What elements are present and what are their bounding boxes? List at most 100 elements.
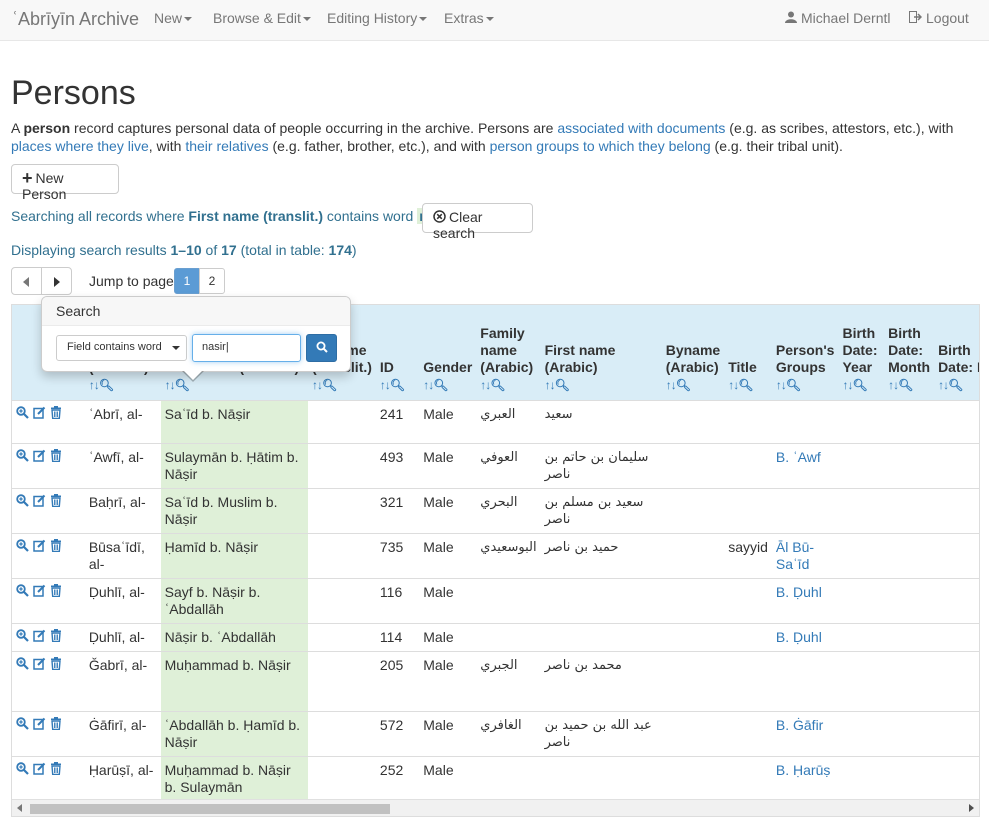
search-info-text: contains word: [323, 208, 418, 224]
view-icon[interactable]: [16, 405, 29, 423]
delete-icon[interactable]: [50, 448, 62, 466]
edit-icon[interactable]: [33, 717, 46, 734]
cell-groups[interactable]: Āl Bū-Saʿīd: [771, 532, 839, 578]
cell-text[interactable]: B. Ḥarūṣ: [776, 762, 830, 778]
sort-search-icons[interactable]: ↑↓🔍︎: [312, 377, 372, 394]
search-info: Searching all records where First name (…: [11, 208, 455, 224]
delete-icon[interactable]: [50, 405, 62, 423]
cell-groups[interactable]: [771, 399, 839, 443]
cell-text[interactable]: B. Ḍuhl: [776, 629, 822, 645]
sort-search-icons[interactable]: ↑↓🔍︎: [380, 377, 415, 394]
edit-icon[interactable]: [33, 629, 46, 646]
prev-page-button[interactable]: [11, 267, 42, 295]
sort-search-icons[interactable]: ↑↓🔍︎: [666, 377, 720, 394]
cell-groups[interactable]: B. Ḍuhl: [771, 622, 839, 651]
cell-groups[interactable]: B. ʿAwf: [771, 442, 839, 488]
view-icon[interactable]: [16, 583, 29, 601]
user-menu[interactable]: Michael Derntl: [785, 10, 890, 26]
edit-icon[interactable]: [33, 494, 46, 511]
scroll-right-icon[interactable]: [969, 804, 974, 812]
table-row: ʿAwfī, al- Sulaymān b. Ḥātim b. Nāṣir 493 M…: [12, 442, 979, 488]
user-icon: [785, 11, 797, 23]
cell-groups[interactable]: [771, 487, 839, 533]
menu-editing-history[interactable]: Editing History: [327, 10, 428, 26]
cell-first: Saʿīd b. Nāṣir: [160, 399, 309, 443]
delete-icon[interactable]: [50, 493, 62, 511]
view-icon[interactable]: [16, 716, 29, 734]
cell-birth-month: [884, 399, 935, 443]
sort-search-icons[interactable]: ↑↓🔍︎: [938, 377, 979, 394]
sort-search-icons[interactable]: ↑↓🔍︎: [776, 377, 835, 394]
cell-groups[interactable]: [771, 650, 839, 711]
menu-extras[interactable]: Extras: [444, 10, 494, 26]
new-person-button[interactable]: + New Person: [11, 164, 119, 202]
menu-browse-edit[interactable]: Browse & Edit: [213, 10, 311, 26]
sort-search-icons[interactable]: ↑↓🔍︎: [89, 377, 157, 394]
header-byname-arabic: Byname (Arabic) ↑↓🔍︎: [661, 305, 725, 401]
edit-icon[interactable]: [33, 657, 46, 674]
edit-icon[interactable]: [33, 762, 46, 779]
link-relatives[interactable]: their relatives: [185, 138, 268, 154]
next-page-button[interactable]: [41, 267, 72, 295]
table-row: Ǧabrī, al- Muḥammad b. Nāṣir 205 Male الجبري…: [12, 650, 979, 711]
cell-text[interactable]: B. ʿAwf: [776, 449, 821, 465]
cell-family: Ḍuhlī, al-: [84, 577, 161, 623]
page-button-1[interactable]: 1: [174, 268, 200, 294]
cell-id: 114: [375, 622, 420, 651]
cell-groups[interactable]: B. Ḍuhl: [771, 577, 839, 623]
search-value-input[interactable]: nasir|: [192, 334, 301, 362]
delete-icon[interactable]: [50, 656, 62, 674]
delete-icon[interactable]: [50, 716, 62, 734]
delete-icon[interactable]: [50, 761, 62, 779]
link-places[interactable]: places where they live: [11, 138, 149, 154]
clear-search-button[interactable]: Clear search: [422, 203, 533, 241]
logout-link[interactable]: Logout: [909, 10, 969, 26]
menu-editing-history-label: Editing History: [327, 10, 418, 26]
search-go-button[interactable]: [306, 334, 337, 362]
view-icon[interactable]: [16, 761, 29, 779]
page-description: A person record captures personal data o…: [11, 119, 981, 155]
delete-icon[interactable]: [50, 538, 62, 556]
edit-icon[interactable]: [33, 539, 46, 556]
view-icon[interactable]: [16, 628, 29, 646]
page-button-2[interactable]: 2: [199, 268, 225, 294]
scroll-left-icon[interactable]: [17, 804, 22, 812]
delete-icon[interactable]: [50, 628, 62, 646]
scrollbar-thumb[interactable]: [30, 804, 390, 814]
cell-text[interactable]: Āl Bū-Saʿīd: [776, 539, 814, 572]
view-icon[interactable]: [16, 656, 29, 674]
desc-bold: person: [23, 120, 71, 136]
cell-first: ʿAbdallāh b. Ḥamīd b. Nāṣir: [160, 710, 309, 756]
cell-text: الغافري: [480, 717, 522, 733]
cell-groups[interactable]: B. Ḥarūṣ: [771, 755, 839, 801]
delete-icon[interactable]: [50, 583, 62, 601]
edit-icon[interactable]: [33, 406, 46, 423]
cell-family-ar: البوسعيدي: [476, 532, 541, 578]
edit-icon[interactable]: [33, 584, 46, 601]
brand-link[interactable]: ʿAbrīyīn Archive: [12, 9, 139, 30]
sort-search-icons[interactable]: ↑↓🔍︎: [728, 377, 768, 394]
caret-down-icon: [485, 17, 494, 22]
sort-search-icons[interactable]: ↑↓🔍︎: [888, 377, 930, 394]
sort-search-icons[interactable]: ↑↓🔍︎: [423, 377, 472, 394]
edit-icon[interactable]: [33, 449, 46, 466]
cell-text[interactable]: B. Ġāfir: [776, 717, 823, 733]
link-associated-documents[interactable]: associated with documents: [557, 120, 725, 136]
desc-text: A: [11, 120, 24, 136]
cell-birth-month: [884, 532, 935, 578]
sort-search-icons[interactable]: ↑↓🔍︎: [842, 377, 880, 394]
view-icon[interactable]: [16, 538, 29, 556]
view-icon[interactable]: [16, 493, 29, 511]
header-label: Birth Date: Year: [842, 324, 878, 375]
cell-groups[interactable]: B. Ġāfir: [771, 710, 839, 756]
cell-title: [724, 650, 772, 711]
sort-search-icons[interactable]: ↑↓🔍︎: [545, 377, 658, 394]
link-person-groups[interactable]: person groups to which they belong: [490, 138, 711, 154]
sort-search-icons[interactable]: ↑↓🔍︎: [480, 377, 536, 394]
menu-new[interactable]: New: [154, 10, 193, 26]
cell-text[interactable]: B. Ḍuhl: [776, 584, 822, 600]
search-mode-select[interactable]: Field contains word: [56, 335, 187, 361]
caret-down-icon: [172, 346, 180, 350]
horizontal-scrollbar[interactable]: [12, 799, 979, 816]
view-icon[interactable]: [16, 448, 29, 466]
